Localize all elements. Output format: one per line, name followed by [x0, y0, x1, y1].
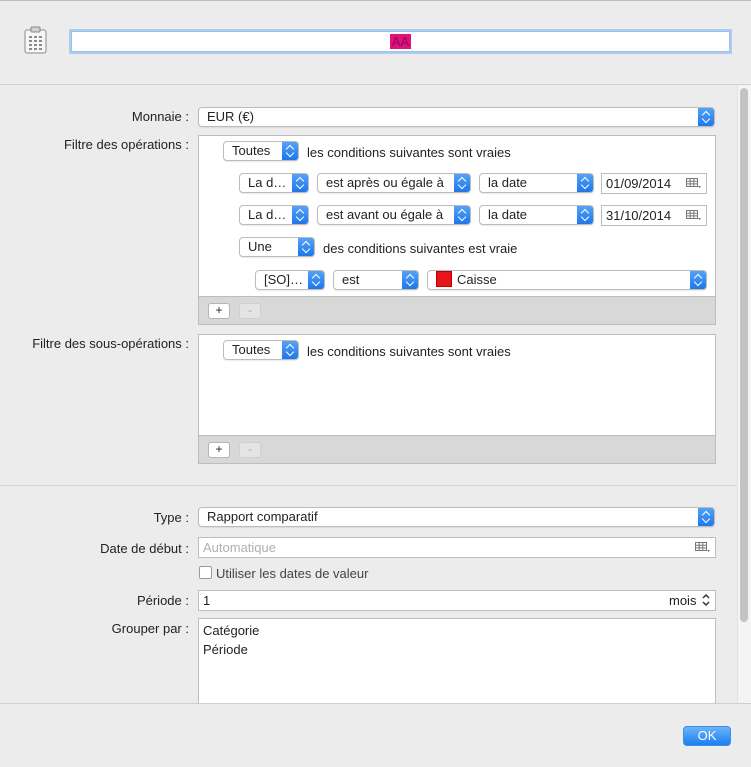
- report-icon: [22, 26, 50, 56]
- title-selected-text: AA: [389, 34, 412, 49]
- chevron-updown-icon: [698, 508, 714, 526]
- suboperations-match-value: Toutes: [232, 342, 271, 357]
- chevron-updown-icon: [577, 174, 593, 192]
- group-by-list[interactable]: Catégorie Période: [198, 618, 716, 703]
- footer-bar: [0, 703, 751, 767]
- group-by-item[interactable]: Période: [203, 642, 248, 657]
- chevron-updown-icon: [690, 271, 706, 289]
- suboperations-filter-label: Filtre des sous-opérations :: [32, 336, 189, 351]
- chevron-updown-icon: [308, 271, 324, 289]
- group-match-suffix: des conditions suivantes est vraie: [323, 241, 518, 256]
- remove-subcondition-button[interactable]: -: [239, 442, 261, 458]
- calendar-icon[interactable]: [686, 210, 701, 221]
- group-rule-field-popup[interactable]: [SO]…: [255, 270, 325, 290]
- report-title-input[interactable]: AA: [71, 31, 730, 52]
- period-field[interactable]: 1: [198, 590, 716, 611]
- ok-button[interactable]: OK: [683, 726, 731, 746]
- chevron-updown-icon: [282, 341, 298, 359]
- group-match-popup[interactable]: Une: [239, 237, 315, 257]
- use-value-dates-checkbox[interactable]: [199, 566, 212, 579]
- operations-filter-footer: + -: [199, 296, 715, 324]
- period-unit-stepper-icon[interactable]: [701, 591, 711, 609]
- suboperations-match-popup[interactable]: Toutes: [223, 340, 299, 360]
- group-match-value: Une: [248, 239, 272, 254]
- chevron-updown-icon: [292, 206, 308, 224]
- suboperations-match-suffix: les conditions suivantes sont vraies: [307, 344, 511, 359]
- group-rule-operator-value: est: [342, 272, 360, 287]
- rule1-date-field[interactable]: 01/09/2014: [601, 173, 707, 194]
- rule2-operator-value: est avant ou égale à: [326, 207, 444, 222]
- rule1-type-popup[interactable]: la date: [479, 173, 594, 193]
- top-border: [0, 0, 751, 1]
- use-value-dates-label: Utiliser les dates de valeur: [216, 566, 369, 581]
- chevron-updown-icon: [698, 108, 714, 126]
- group-rule-value-popup[interactable]: Caisse: [427, 270, 707, 290]
- type-value: Rapport comparatif: [207, 509, 318, 524]
- chevron-updown-icon: [577, 206, 593, 224]
- remove-condition-button[interactable]: -: [239, 303, 261, 319]
- rule1-date-value: 01/09/2014: [606, 176, 672, 191]
- type-label: Type :: [153, 510, 189, 525]
- rule2-operator-popup[interactable]: est avant ou égale à: [317, 205, 471, 225]
- period-label: Période :: [136, 593, 189, 608]
- calendar-icon[interactable]: [695, 542, 710, 553]
- scrollbar-thumb[interactable]: [740, 88, 748, 622]
- currency-value: EUR (€): [207, 109, 254, 124]
- operations-match-popup[interactable]: Toutes: [223, 141, 299, 161]
- currency-popup[interactable]: EUR (€): [198, 107, 715, 127]
- rule1-field-value: La d…: [248, 175, 287, 190]
- group-rule-value: Caisse: [457, 272, 497, 287]
- rule2-type-value: la date: [488, 207, 528, 222]
- calendar-icon[interactable]: [686, 178, 701, 189]
- period-unit: mois: [669, 593, 697, 608]
- rule2-type-popup[interactable]: la date: [479, 205, 594, 225]
- rule1-operator-popup[interactable]: est après ou égale à: [317, 173, 471, 193]
- operations-filter-label: Filtre des opérations :: [63, 137, 189, 152]
- group-by-label: Grouper par :: [111, 621, 189, 636]
- category-color-swatch: [436, 271, 452, 287]
- start-date-field[interactable]: Automatique: [198, 537, 716, 558]
- rule1-field-popup[interactable]: La d…: [239, 173, 309, 193]
- rule1-operator-value: est après ou égale à: [326, 175, 444, 190]
- add-condition-button[interactable]: +: [208, 303, 230, 319]
- chevron-updown-icon: [282, 142, 298, 160]
- operations-match-value: Toutes: [232, 143, 271, 158]
- suboperations-filter-footer: + -: [199, 435, 715, 463]
- group-rule-field-value: [SO]…: [264, 272, 304, 287]
- rule2-field-popup[interactable]: La d…: [239, 205, 309, 225]
- group-rule-operator-popup[interactable]: est: [333, 270, 419, 290]
- currency-label: Monnaie :: [131, 109, 189, 124]
- chevron-updown-icon: [402, 271, 418, 289]
- settings-panel: Monnaie : EUR (€) Filtre des opérations …: [0, 85, 737, 703]
- operations-match-suffix: les conditions suivantes sont vraies: [307, 145, 511, 160]
- chevron-updown-icon: [298, 238, 314, 256]
- chevron-updown-icon: [454, 206, 470, 224]
- period-value: 1: [203, 593, 211, 608]
- section-divider: [0, 485, 737, 486]
- rule2-date-field[interactable]: 31/10/2014: [601, 205, 707, 226]
- type-popup[interactable]: Rapport comparatif: [198, 507, 715, 527]
- start-date-label: Date de début :: [100, 541, 189, 556]
- chevron-updown-icon: [454, 174, 470, 192]
- group-by-item[interactable]: Catégorie: [203, 623, 259, 638]
- start-date-placeholder: Automatique: [203, 540, 276, 555]
- add-subcondition-button[interactable]: +: [208, 442, 230, 458]
- rule1-type-value: la date: [488, 175, 528, 190]
- rule2-date-value: 31/10/2014: [606, 208, 672, 223]
- rule2-field-value: La d…: [248, 207, 287, 222]
- chevron-updown-icon: [292, 174, 308, 192]
- operations-filter-box: + -: [198, 135, 716, 325]
